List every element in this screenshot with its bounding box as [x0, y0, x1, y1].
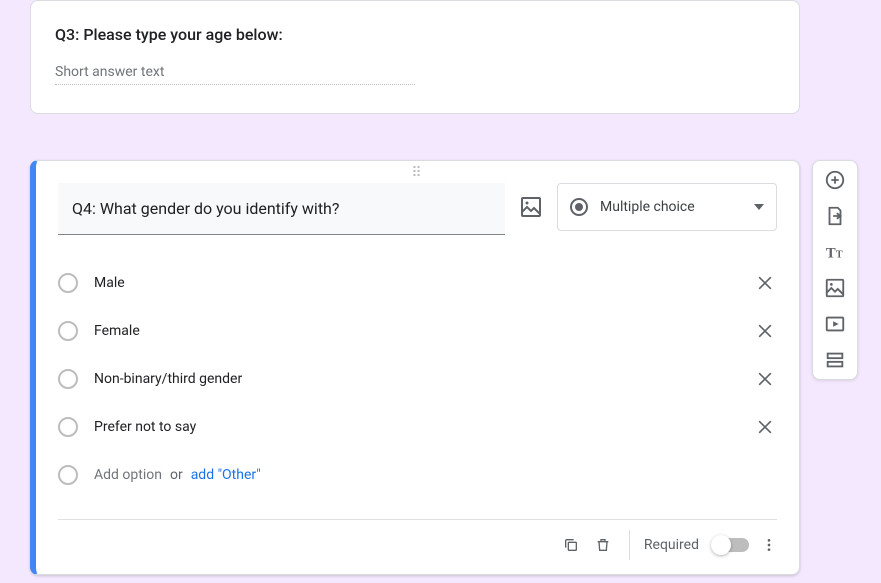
- svg-text:T: T: [826, 246, 836, 262]
- chevron-down-icon: [754, 204, 764, 210]
- option-input[interactable]: Male: [94, 275, 753, 291]
- question-card-q3: Q3: Please type your age below: Short an…: [30, 0, 800, 114]
- add-image-icon[interactable]: [824, 277, 846, 299]
- radio-empty-icon: [58, 465, 78, 485]
- option-row: Female: [58, 307, 777, 355]
- option-row: Male: [58, 259, 777, 307]
- required-toggle[interactable]: [713, 538, 749, 552]
- remove-option-button[interactable]: [753, 319, 777, 343]
- divider: [629, 530, 630, 560]
- close-icon: [755, 321, 775, 341]
- add-title-icon[interactable]: T T: [824, 241, 846, 263]
- side-toolbar: T T: [812, 160, 858, 380]
- delete-icon[interactable]: [591, 533, 615, 557]
- options-list: Male Female Non-binary/third gender Pref…: [36, 245, 799, 501]
- radio-empty-icon: [58, 273, 78, 293]
- radio-empty-icon: [58, 321, 78, 341]
- option-input[interactable]: Female: [94, 323, 753, 339]
- question-title-input[interactable]: Q4: What gender do you identify with?: [58, 183, 505, 235]
- more-options-icon[interactable]: [757, 533, 781, 557]
- import-questions-icon[interactable]: [824, 205, 846, 227]
- toggle-knob: [711, 535, 731, 555]
- option-input[interactable]: Non-binary/third gender: [94, 371, 753, 387]
- close-icon: [755, 273, 775, 293]
- add-image-icon[interactable]: [519, 195, 543, 219]
- or-text: or: [170, 467, 183, 483]
- drag-handle-icon[interactable]: ⠿: [36, 161, 799, 183]
- option-row: Prefer not to say: [58, 403, 777, 451]
- short-answer-placeholder: Short answer text: [55, 64, 415, 85]
- option-input[interactable]: Prefer not to say: [94, 419, 753, 435]
- remove-option-button[interactable]: [753, 367, 777, 391]
- close-icon: [755, 369, 775, 389]
- option-row: Non-binary/third gender: [58, 355, 777, 403]
- radio-icon: [570, 198, 588, 216]
- remove-option-button[interactable]: [753, 271, 777, 295]
- radio-empty-icon: [58, 417, 78, 437]
- svg-text:T: T: [836, 250, 843, 261]
- add-video-icon[interactable]: [824, 313, 846, 335]
- question-footer: Required: [36, 520, 799, 574]
- question-card-q4: ⠿ Q4: What gender do you identify with? …: [30, 160, 800, 575]
- add-option-button[interactable]: Add option: [94, 467, 162, 483]
- question-type-label: Multiple choice: [600, 199, 742, 215]
- question-type-select[interactable]: Multiple choice: [557, 183, 777, 231]
- question-title: Q3: Please type your age below:: [55, 25, 775, 44]
- required-label: Required: [644, 537, 699, 553]
- radio-empty-icon: [58, 369, 78, 389]
- close-icon: [755, 417, 775, 437]
- remove-option-button[interactable]: [753, 415, 777, 439]
- add-question-icon[interactable]: [824, 169, 846, 191]
- add-section-icon[interactable]: [824, 349, 846, 371]
- add-option-row: Add option or add "Other": [58, 451, 777, 499]
- add-other-button[interactable]: add "Other": [191, 467, 261, 483]
- duplicate-icon[interactable]: [559, 533, 583, 557]
